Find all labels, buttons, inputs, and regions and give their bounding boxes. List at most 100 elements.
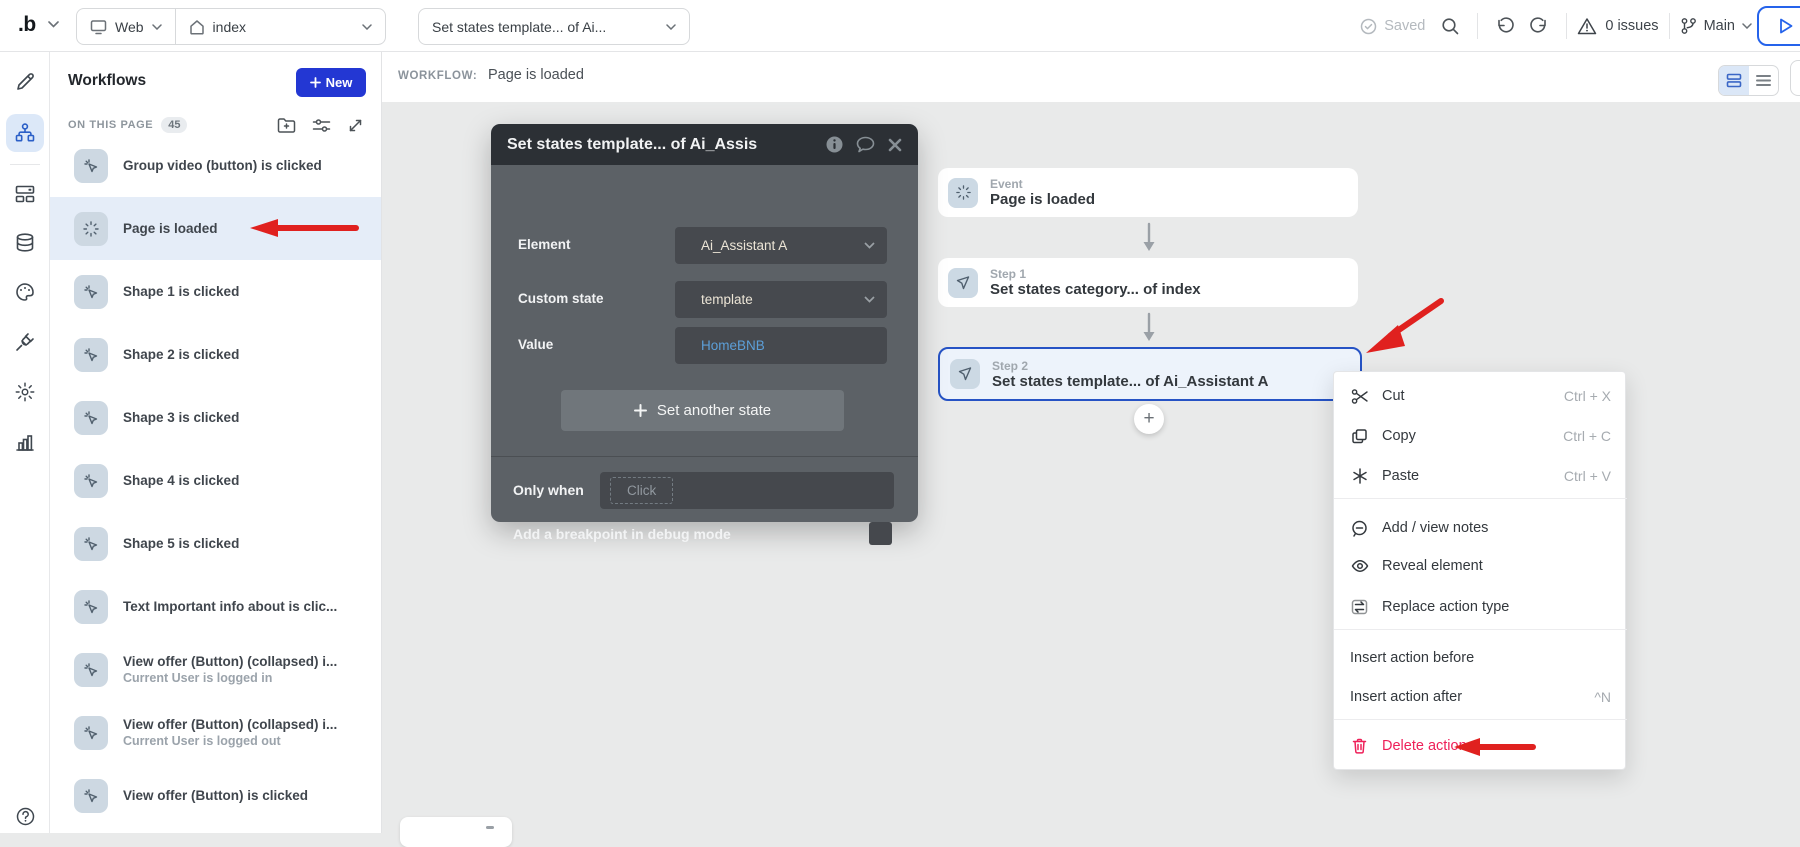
workflow-list-item[interactable]: Shape 2 is clicked bbox=[50, 323, 382, 386]
bottom-toolbar-partial[interactable] bbox=[400, 817, 512, 847]
workflow-list-item[interactable]: Text Important info about is clic... bbox=[50, 575, 382, 638]
workflow-condition-sublabel: Current User is logged in bbox=[123, 671, 337, 685]
workflow-list-item[interactable]: Group video (button) is clicked bbox=[50, 134, 382, 197]
workflow-condition-sublabel: Current User is logged out bbox=[123, 734, 337, 748]
new-workflow-button[interactable]: New bbox=[296, 68, 366, 97]
page-load-icon bbox=[74, 212, 108, 246]
flow-event-card[interactable]: Event Page is loaded bbox=[938, 168, 1358, 217]
close-icon[interactable] bbox=[888, 138, 902, 152]
replace-icon bbox=[1350, 599, 1369, 615]
plus-icon bbox=[310, 77, 321, 88]
context-menu: Cut Ctrl + X Copy Ctrl + C Paste Ctrl + … bbox=[1333, 371, 1626, 770]
chevron-down-icon bbox=[666, 24, 676, 30]
platform-page-combo: Web index bbox=[76, 8, 386, 45]
value-input[interactable]: HomeBNB bbox=[675, 327, 887, 364]
workflow-list-item[interactable]: Shape 5 is clicked bbox=[50, 512, 382, 575]
workflow-list-item[interactable]: View offer (Button) is clicked bbox=[50, 764, 382, 827]
flow-card-title: Set states template... of Ai_Assistant A bbox=[992, 373, 1268, 390]
click-event-icon bbox=[74, 338, 108, 372]
comment-icon[interactable] bbox=[856, 136, 875, 153]
context-menu-item-insert-before[interactable]: Insert action before bbox=[1334, 638, 1627, 678]
help-icon[interactable] bbox=[6, 797, 44, 835]
click-event-icon bbox=[74, 653, 108, 687]
top-toolbar: .b Web index Set states template... of A… bbox=[0, 0, 1800, 52]
database-icon[interactable] bbox=[6, 224, 44, 262]
chevron-down-icon bbox=[1742, 23, 1752, 29]
workflow-crumb-label: WORKFLOW: bbox=[398, 70, 477, 82]
components-icon[interactable] bbox=[6, 175, 44, 213]
scissors-icon bbox=[1350, 388, 1369, 405]
paste-icon bbox=[1350, 468, 1369, 484]
add-step-button[interactable]: + bbox=[1134, 404, 1164, 434]
saved-label: Saved bbox=[1384, 18, 1425, 34]
chevron-down-icon bbox=[152, 24, 162, 30]
breakpoint-checkbox[interactable] bbox=[869, 522, 892, 545]
issues-indicator[interactable]: 0 issues bbox=[1577, 17, 1658, 35]
custom-state-dropdown[interactable]: template bbox=[675, 281, 887, 318]
set-another-state-button[interactable]: Set another state bbox=[561, 390, 844, 431]
view-toggle bbox=[1718, 65, 1779, 96]
workflow-icon[interactable] bbox=[6, 114, 44, 152]
pencil-icon[interactable] bbox=[6, 62, 44, 100]
bubble-logo[interactable]: .b bbox=[18, 13, 36, 37]
click-event-icon bbox=[74, 779, 108, 813]
palette-icon[interactable] bbox=[6, 273, 44, 311]
edge-tool-button[interactable] bbox=[1790, 60, 1800, 96]
plugin-icon[interactable] bbox=[6, 323, 44, 361]
context-menu-item-copy[interactable]: Copy Ctrl + C bbox=[1334, 416, 1627, 456]
context-menu-item-insert-after[interactable]: Insert action after ^N bbox=[1334, 677, 1627, 717]
issues-label: 0 issues bbox=[1605, 18, 1658, 34]
copy-icon bbox=[1350, 428, 1369, 445]
list-view-icon[interactable] bbox=[1749, 66, 1779, 95]
undo-icon[interactable] bbox=[1488, 9, 1522, 43]
click-event-icon bbox=[74, 716, 108, 750]
play-icon bbox=[1778, 17, 1794, 35]
chart-icon[interactable] bbox=[6, 423, 44, 461]
home-icon bbox=[189, 19, 205, 35]
click-event-icon bbox=[74, 464, 108, 498]
flow-card-title: Set states category... of index bbox=[990, 281, 1201, 298]
platform-dropdown[interactable]: Web bbox=[77, 9, 175, 44]
logo-chevron-down-icon[interactable] bbox=[48, 21, 59, 28]
filter-icon[interactable] bbox=[312, 117, 331, 134]
plus-icon bbox=[634, 404, 647, 417]
page-dropdown[interactable]: index bbox=[175, 9, 385, 44]
gear-icon[interactable] bbox=[6, 373, 44, 411]
chevron-down-icon bbox=[864, 296, 875, 303]
cards-view-icon[interactable] bbox=[1719, 66, 1749, 95]
workflow-list-item-selected[interactable]: Page is loaded bbox=[50, 197, 382, 260]
redo-icon[interactable] bbox=[1522, 9, 1556, 43]
workflow-list-item[interactable]: Shape 4 is clicked bbox=[50, 449, 382, 512]
only-when-placeholder[interactable]: Click bbox=[610, 477, 673, 504]
workflow-list-item[interactable]: Shape 3 is clicked bbox=[50, 386, 382, 449]
context-menu-item-notes[interactable]: Add / view notes bbox=[1334, 508, 1627, 548]
workflow-list-item[interactable]: View offer (Button) (collapsed) i... Cur… bbox=[50, 638, 382, 701]
info-icon[interactable] bbox=[826, 136, 843, 153]
workflow-list-item[interactable]: View offer (Button) (collapsed) i... Cur… bbox=[50, 701, 382, 764]
context-menu-item-replace[interactable]: Replace action type bbox=[1334, 587, 1627, 627]
search-icon[interactable] bbox=[1433, 9, 1467, 43]
only-when-input[interactable]: Click bbox=[600, 472, 894, 509]
warning-icon bbox=[1577, 17, 1597, 35]
platform-label: Web bbox=[115, 19, 144, 35]
context-menu-item-paste[interactable]: Paste Ctrl + V bbox=[1334, 456, 1627, 496]
context-menu-item-reveal[interactable]: Reveal element bbox=[1334, 546, 1627, 586]
context-menu-item-delete[interactable]: Delete action bbox=[1334, 726, 1627, 766]
workflow-list-item[interactable]: Shape 1 is clicked bbox=[50, 260, 382, 323]
folder-plus-icon[interactable] bbox=[277, 117, 296, 134]
modal-header[interactable]: Set states template... of Ai_Assis bbox=[491, 124, 918, 165]
workflows-panel: Workflows New ON THIS PAGE 45 Group vide… bbox=[50, 52, 382, 833]
branch-selector[interactable]: Main bbox=[1680, 17, 1752, 35]
workflow-list: Group video (button) is clicked Page is … bbox=[50, 134, 382, 827]
context-menu-item-cut[interactable]: Cut Ctrl + X bbox=[1334, 376, 1627, 416]
preview-play-button[interactable] bbox=[1757, 6, 1800, 46]
element-dropdown[interactable]: Ai_Assistant A bbox=[675, 227, 887, 264]
workflow-selector-dropdown[interactable]: Set states template... of Ai... bbox=[418, 8, 690, 45]
on-this-page-label: ON THIS PAGE bbox=[68, 119, 153, 131]
flow-step2-card-selected[interactable]: Step 2 Set states template... of Ai_Assi… bbox=[938, 347, 1362, 401]
expand-icon[interactable] bbox=[347, 117, 364, 134]
action-cursor-icon bbox=[948, 268, 978, 298]
flow-card-kind: Step 2 bbox=[992, 359, 1268, 373]
flow-step1-card[interactable]: Step 1 Set states category... of index bbox=[938, 258, 1358, 307]
workflow-count-badge: 45 bbox=[161, 117, 187, 133]
